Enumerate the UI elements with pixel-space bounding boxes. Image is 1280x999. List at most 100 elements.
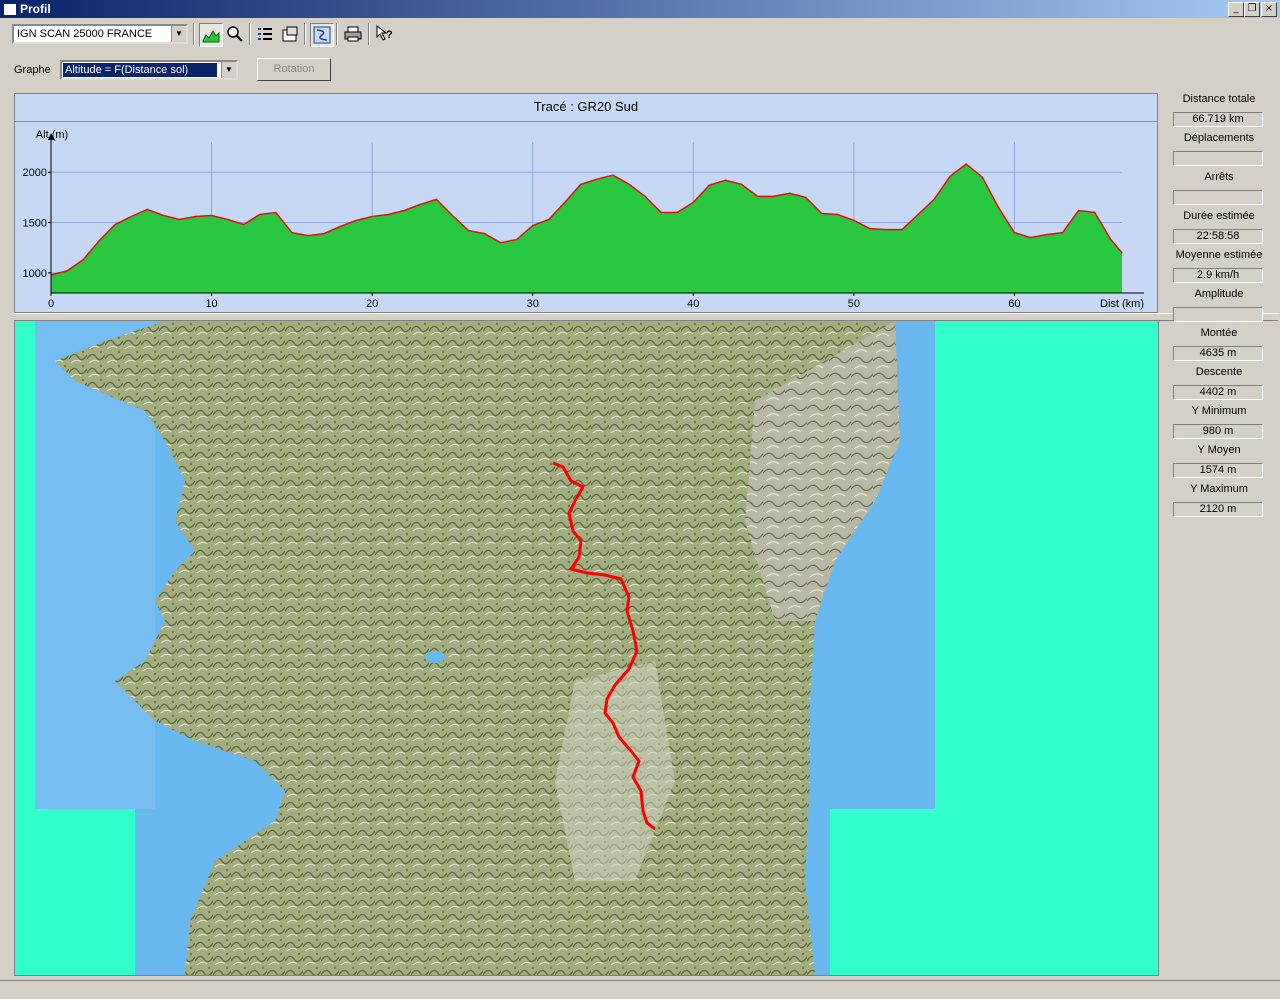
elevation-point xyxy=(644,195,646,197)
properties-icon xyxy=(282,26,298,42)
profile-button[interactable] xyxy=(199,23,223,47)
elevation-point xyxy=(949,175,951,177)
stat-label: Distance totale xyxy=(1182,93,1256,105)
stat-label: Arrêts xyxy=(1204,171,1234,183)
x-tick-label: 40 xyxy=(687,298,699,310)
x-tick-label: 10 xyxy=(205,298,217,310)
route-button[interactable] xyxy=(310,23,334,47)
toolbar-separator xyxy=(193,23,195,45)
map-canvas xyxy=(35,321,935,975)
elevation-point xyxy=(917,213,919,216)
zoom-icon xyxy=(227,26,243,42)
elevation-point xyxy=(933,198,935,200)
stat-value: 2120 m xyxy=(1173,502,1263,517)
chevron-down-icon[interactable]: ▼ xyxy=(171,26,186,42)
elevation-point xyxy=(805,196,807,198)
graph-label: Graphe xyxy=(14,64,51,76)
restore-button[interactable]: ❐ xyxy=(1244,2,1260,17)
elevation-point xyxy=(130,215,132,218)
elevation-point xyxy=(789,192,791,194)
elevation-point xyxy=(291,232,293,234)
elevation-point xyxy=(114,223,116,226)
elevation-point xyxy=(82,259,84,261)
properties-button[interactable] xyxy=(279,23,301,45)
elevation-point xyxy=(259,213,261,216)
elevation-point xyxy=(548,218,550,221)
y-tick-label: 1000 xyxy=(23,268,47,280)
rotation-button[interactable]: Rotation xyxy=(257,58,331,81)
graph-mode-select[interactable]: Altitude = F(Distance sol) ▼ xyxy=(60,60,238,80)
elevation-point xyxy=(1110,239,1112,241)
map-source-select[interactable]: IGN SCAN 25000 FRANCE ▼ xyxy=(12,24,188,44)
elevation-point xyxy=(243,223,245,226)
elevation-point xyxy=(612,174,614,176)
x-tick-label: 60 xyxy=(1008,298,1020,310)
svg-text:?: ? xyxy=(386,29,393,41)
map-source-value: IGN SCAN 25000 FRANCE xyxy=(17,28,153,40)
elevation-point xyxy=(773,195,775,197)
stat-value: 980 m xyxy=(1173,424,1263,439)
y-tick-label: 1500 xyxy=(23,218,47,230)
y-tick-label: 2000 xyxy=(23,167,47,179)
elevation-point xyxy=(901,229,903,231)
window-icon xyxy=(3,3,17,16)
elevation-point xyxy=(628,183,630,185)
minimize-button[interactable]: _ xyxy=(1228,2,1244,17)
elevation-point xyxy=(371,215,373,218)
help-icon: ? xyxy=(376,25,393,41)
stat-label: Y Moyen xyxy=(1197,444,1241,456)
elevation-point xyxy=(1045,234,1048,236)
stat-label: Y Minimum xyxy=(1191,405,1247,417)
stat-label: Y Maximum xyxy=(1190,483,1248,495)
zoom-button[interactable] xyxy=(224,23,246,45)
stat-value: 4635 m xyxy=(1173,346,1263,361)
list-icon xyxy=(258,28,272,40)
elevation-point xyxy=(724,179,727,181)
stat-value xyxy=(1173,190,1263,205)
elevation-point xyxy=(146,208,148,210)
elevation-point xyxy=(323,233,325,235)
elevation-point xyxy=(211,214,213,217)
elevation-point xyxy=(965,163,967,165)
elevation-point xyxy=(756,195,759,197)
elevation-point xyxy=(419,203,421,205)
lake xyxy=(425,651,445,663)
stat-value: 22:58:58 xyxy=(1173,229,1263,244)
elevation-point xyxy=(676,211,678,214)
stat-value: 4402 m xyxy=(1173,385,1263,400)
elevation-point xyxy=(885,229,887,231)
help-button[interactable]: ? xyxy=(374,23,396,45)
window-title: Profil xyxy=(20,2,51,16)
elevation-point xyxy=(403,209,405,212)
elevation-point xyxy=(307,235,309,237)
elevation-point xyxy=(227,218,229,221)
elevation-point xyxy=(1121,252,1123,254)
elevation-point xyxy=(869,228,871,230)
chevron-down-icon[interactable]: ▼ xyxy=(221,62,236,78)
y-axis-label: Alt (m) xyxy=(36,129,68,141)
elevation-point xyxy=(178,218,181,221)
map-view[interactable] xyxy=(14,320,1159,976)
print-button[interactable] xyxy=(342,23,364,45)
toolbar-separator xyxy=(336,23,338,45)
close-button[interactable]: × xyxy=(1261,2,1277,17)
stat-label: Descente xyxy=(1195,366,1243,378)
elevation-point xyxy=(162,214,164,217)
elevation-point xyxy=(532,225,534,227)
stat-value xyxy=(1173,151,1263,166)
x-axis-label: Dist (km) xyxy=(1100,298,1144,310)
route-icon xyxy=(313,26,331,44)
chart-title: Tracé : GR20 Sud xyxy=(15,94,1157,122)
toolbar-separator xyxy=(368,23,370,45)
list-button[interactable] xyxy=(254,23,276,45)
x-tick-label: 20 xyxy=(366,298,378,310)
graph-mode-value: Altitude = F(Distance sol) xyxy=(63,63,217,77)
toolbar: IGN SCAN 25000 FRANCE ▼ ? xyxy=(0,19,1280,49)
elevation-point xyxy=(837,213,839,216)
stat-value: 1574 m xyxy=(1173,463,1263,478)
stat-value: 2.9 km/h xyxy=(1173,268,1263,283)
elevation-point xyxy=(1013,232,1016,234)
elevation-point xyxy=(564,201,566,203)
elevation-point xyxy=(1078,209,1080,212)
elevation-point xyxy=(66,270,68,272)
